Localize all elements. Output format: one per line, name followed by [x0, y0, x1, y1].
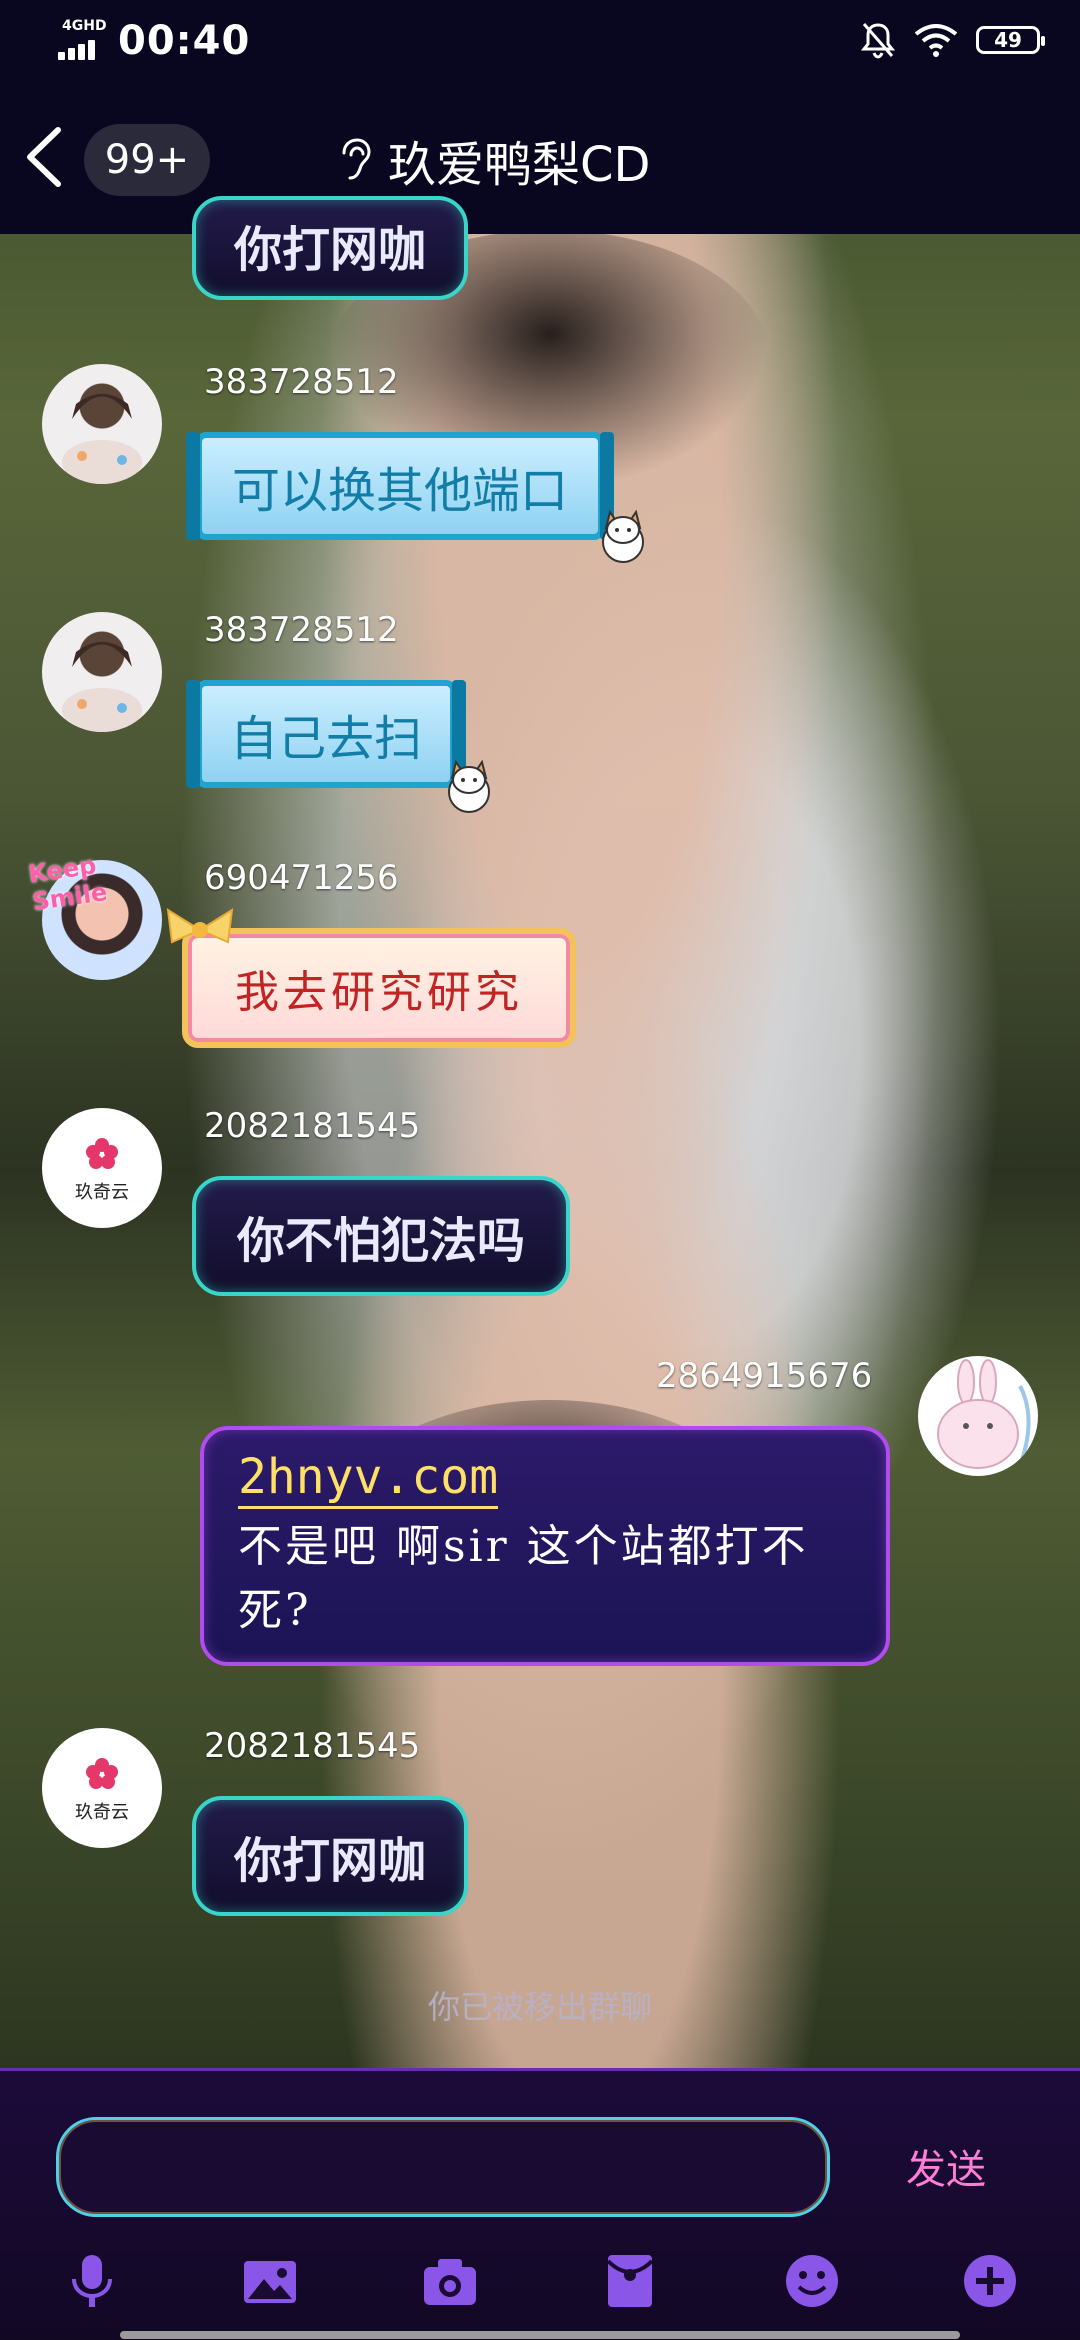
- wifi-icon: [914, 24, 958, 57]
- mute-bell-icon: [860, 23, 896, 59]
- chat-header: 99+ 玖爱鸭梨CD: [0, 80, 1080, 234]
- cat-sticker-icon: [602, 509, 644, 563]
- avatar-logo-text: 玖奇云: [75, 1182, 129, 1203]
- message-bubble[interactable]: 你不怕犯法吗: [192, 1176, 570, 1296]
- flower-logo-icon: [86, 1758, 118, 1789]
- avatar-illustration: [62, 394, 142, 484]
- rabbit-illustration: [937, 1359, 1031, 1469]
- signal-icon: [58, 38, 106, 60]
- composer-toolbar: [0, 2251, 1080, 2311]
- avatar-logo-text: 玖奇云: [75, 1802, 129, 1823]
- back-arrow-icon[interactable]: [18, 122, 78, 192]
- sender-id: 383728512: [204, 362, 399, 402]
- message-bubble[interactable]: 你打网咖: [192, 196, 468, 300]
- battery-icon: 49: [976, 26, 1045, 54]
- chat-screen: 4GHD 00:40 49 99+ 玖爱鸭梨CD 你打网咖 383728512 …: [0, 0, 1080, 2340]
- flower-logo-icon: [86, 1138, 118, 1169]
- message-link[interactable]: 2hnyv.com: [238, 1448, 499, 1509]
- image-icon[interactable]: [240, 2251, 300, 2311]
- message-bubble[interactable]: 自己去扫: [186, 680, 466, 788]
- system-notice: 你已被移出群聊: [427, 1988, 652, 2026]
- message-text: 你打网咖: [233, 1833, 426, 1889]
- message-bubble[interactable]: 可以换其他端口: [186, 432, 614, 540]
- red-packet-icon[interactable]: [600, 2251, 660, 2311]
- home-indicator[interactable]: [120, 2331, 960, 2339]
- chat-title-group[interactable]: 玖爱鸭梨CD: [336, 124, 650, 196]
- sender-id: 2082181545: [204, 1106, 421, 1146]
- plus-icon[interactable]: [960, 2251, 1020, 2311]
- cat-sticker-icon: [448, 759, 490, 813]
- message-text: 不是吧 啊sir 这个站都打不死?: [238, 1521, 809, 1636]
- camera-icon[interactable]: [420, 2251, 480, 2311]
- status-time: 00:40: [118, 18, 251, 64]
- ear-icon: [342, 138, 371, 180]
- message-bubble[interactable]: 我去研究研究: [182, 928, 576, 1048]
- message-bubble[interactable]: 你打网咖: [192, 1796, 468, 1916]
- network-type: 4GHD: [62, 18, 107, 34]
- chat-title: 玖爱鸭梨CD: [388, 137, 651, 193]
- avatar-illustration: [62, 642, 142, 732]
- sender-id: 2864915676: [656, 1356, 873, 1396]
- unread-count-badge[interactable]: 99+: [84, 124, 210, 196]
- status-bar: 4GHD 00:40 49: [0, 0, 1080, 80]
- avatar[interactable]: [42, 612, 162, 732]
- sender-id: 2082181545: [204, 1726, 421, 1766]
- status-icons: 49: [860, 20, 1045, 60]
- sender-id: 383728512: [204, 610, 399, 650]
- avatar[interactable]: [918, 1356, 1038, 1476]
- avatar[interactable]: 玖奇云: [42, 1728, 162, 1848]
- send-button[interactable]: 发送: [906, 2137, 986, 2195]
- sender-id: 690471256: [204, 858, 399, 898]
- message-text: 自己去扫: [229, 711, 422, 767]
- ribbon-bow-icon: [166, 908, 234, 944]
- composer-panel: 发送: [0, 2068, 1080, 2340]
- message-input[interactable]: [56, 2117, 830, 2217]
- message-text: 你打网咖: [233, 222, 426, 278]
- microphone-icon[interactable]: [62, 2251, 122, 2311]
- message-bubble[interactable]: 2hnyv.com 不是吧 啊sir 这个站都打不死?: [200, 1426, 890, 1666]
- message-text: 你不怕犯法吗: [236, 1213, 525, 1269]
- message-text: 我去研究研究: [235, 967, 523, 1018]
- avatar[interactable]: 玖奇云: [42, 1108, 162, 1228]
- avatar[interactable]: [42, 364, 162, 484]
- message-text: 可以换其他端口: [231, 463, 568, 519]
- emoji-icon[interactable]: [782, 2251, 842, 2311]
